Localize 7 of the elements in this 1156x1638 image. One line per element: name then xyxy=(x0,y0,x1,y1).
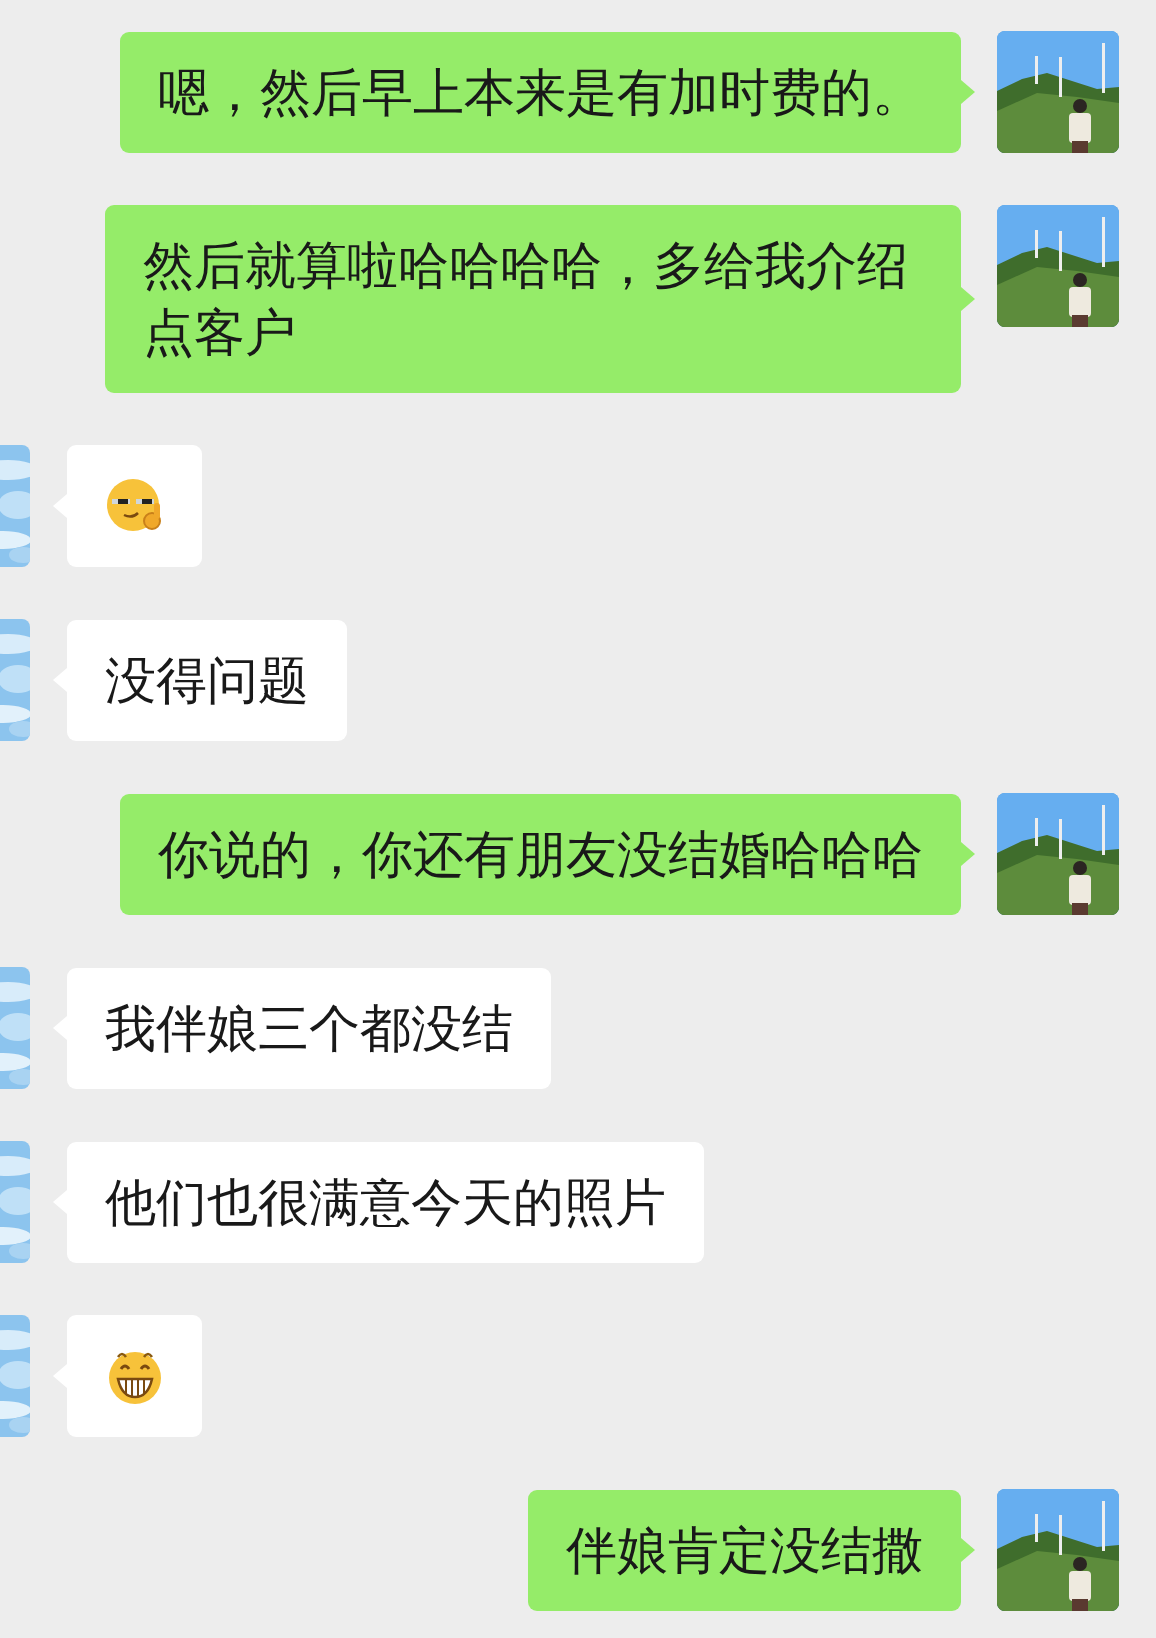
message-bubble: 没得问题 xyxy=(67,619,347,741)
message-bubble: 你说的，你还有朋友没结婚哈哈哈 xyxy=(120,793,961,915)
message-bubble: 然后就算啦哈哈哈哈，多给我介绍点客户 xyxy=(105,205,961,393)
message-bubble: 伴娘肯定没结撒 xyxy=(528,1489,961,1611)
message-bubble: 他们也很满意今天的照片 xyxy=(67,1141,704,1263)
message-bubble: 我伴娘三个都没结 xyxy=(67,967,551,1089)
message-bubble: 嗯，然后早上本来是有加时费的。 xyxy=(120,31,961,153)
